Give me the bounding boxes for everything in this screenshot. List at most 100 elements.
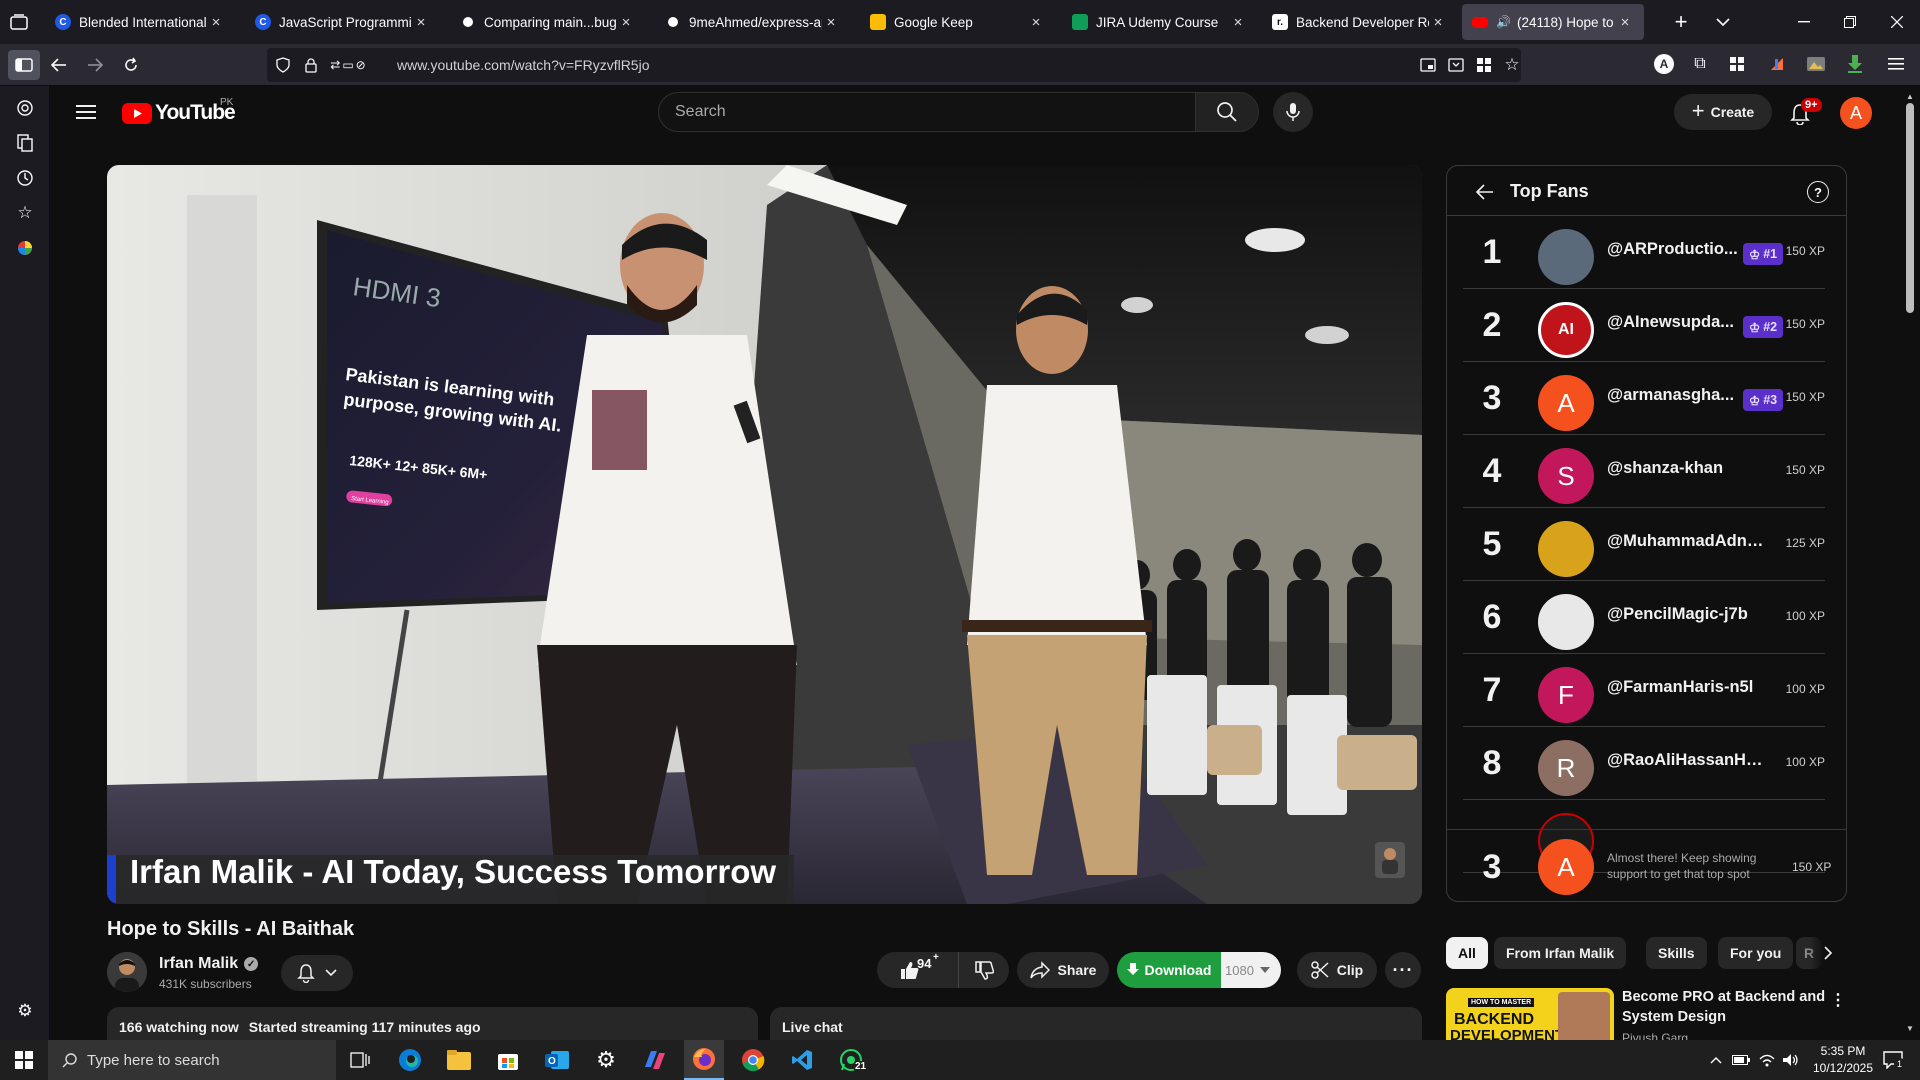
chips-next-icon[interactable] [1810,937,1846,969]
youtube-logo[interactable]: YouTube PK [122,97,242,126]
hamburger-menu-icon[interactable] [74,100,98,124]
fan-row[interactable]: 6 @PencilMagic-j7b 100 XP [1463,581,1825,654]
channel-name-row[interactable]: Irfan Malik ✓ [159,955,259,973]
fan-avatar[interactable] [1538,229,1594,285]
fan-avatar[interactable]: A [1538,375,1594,431]
chip-from-channel[interactable]: From Irfan Malik [1494,937,1627,969]
reload-icon[interactable] [120,54,142,76]
download-button[interactable]: Download [1117,952,1221,988]
dislike-button[interactable] [959,952,1009,988]
extensions-grid-icon[interactable] [1476,57,1492,73]
chevron-down-icon[interactable] [1712,12,1734,32]
settings-icon[interactable]: ⚙ [586,1044,626,1076]
fan-name[interactable]: @shanza-khan [1607,459,1767,478]
wifi-icon[interactable] [1758,1052,1776,1068]
permissions-icon[interactable]: ⇄▭⊘ [329,57,369,73]
description-box[interactable]: 166 watching now Started streaming 117 m… [107,1007,758,1040]
recommended-title-2[interactable]: System Design [1622,1009,1726,1025]
browser-tab[interactable]: 🔊 (24118) Hope to Skills× [1462,4,1644,40]
search-button[interactable] [1195,92,1259,132]
close-tab-icon[interactable]: × [412,14,430,31]
bookmarks-icon[interactable]: ☆ [14,202,36,224]
fan-avatar[interactable]: R [1538,740,1594,796]
ai-chatbot-icon[interactable] [14,97,36,119]
firefox-taskbar-icon[interactable] [684,1040,724,1080]
clock-time[interactable]: 5:35 PM [1808,1044,1878,1058]
more-actions-button[interactable]: ··· [1385,952,1421,988]
browser-tab[interactable]: C Blended International IT Tra× [45,4,235,40]
browser-tab[interactable]: Comparing main...bug-fix-t× [450,4,645,40]
close-tab-icon[interactable]: × [1429,14,1447,31]
copilot-icon[interactable] [635,1044,675,1076]
close-tab-icon[interactable]: × [207,14,225,31]
search-input[interactable]: Search [658,92,1196,132]
fan-avatar[interactable]: AI [1538,302,1594,358]
fan-row[interactable]: 8R @RaoAliHassanHass... 100 XP [1463,727,1825,800]
like-button[interactable]: 94 + [877,952,959,988]
outlook-icon[interactable]: O [537,1044,577,1076]
new-tab-icon[interactable]: + [1670,9,1692,34]
close-tab-icon[interactable]: × [822,14,840,31]
whatsapp-icon[interactable]: 21 [831,1044,871,1076]
fan-row[interactable]: 1 @ARProductio... ♔ #1 150 XP [1463,216,1825,289]
close-tab-icon[interactable]: × [1616,14,1634,31]
volume-icon[interactable] [1782,1052,1800,1068]
fan-row[interactable]: 5 @MuhammadAdnan-... 125 XP [1463,508,1825,581]
edge-icon[interactable] [390,1044,430,1076]
restore-icon[interactable] [1838,14,1862,30]
addon-orange-icon[interactable] [1767,54,1787,74]
taskbar-search-input[interactable]: Type here to search [48,1040,336,1080]
voice-search-button[interactable] [1273,92,1313,132]
forward-icon[interactable] [84,54,106,76]
grid-addon-icon[interactable] [1727,54,1747,74]
minimize-icon[interactable] [1792,14,1816,30]
speaker-icon[interactable]: 🔊 [1496,15,1511,29]
ms-store-icon[interactable] [488,1044,528,1076]
scroll-up-icon[interactable]: ▲ [1906,92,1914,101]
bookmark-star-icon[interactable]: ☆ [1503,55,1521,74]
address-bar[interactable]: ⇄▭⊘ www.youtube.com/watch?v=FRyzvflR5jo … [267,48,1521,82]
recommended-thumbnail[interactable]: HOW TO MASTER BACKEND DEVELOPMENT [1446,988,1614,1040]
channel-avatar[interactable] [107,952,147,992]
close-window-icon[interactable] [1885,14,1909,30]
fan-avatar[interactable]: F [1538,667,1594,723]
clock-date[interactable]: 10/12/2025 [1808,1061,1878,1075]
notification-bell-button[interactable] [281,955,353,991]
battery-icon[interactable] [1732,1052,1750,1068]
notification-center-icon[interactable]: 1 [1880,1050,1906,1070]
fan-name[interactable]: @FarmanHaris-n5l [1607,678,1767,697]
back-arrow-icon[interactable] [1473,180,1497,204]
download-arrow-icon[interactable] [1845,54,1865,74]
channel-watermark[interactable] [1375,842,1405,878]
file-explorer-icon[interactable] [439,1044,479,1076]
scroll-down-icon[interactable]: ▼ [1906,1024,1914,1033]
extension-color-icon[interactable] [14,237,36,259]
fan-row[interactable]: 3 A @armanasgha... ♔ #3 150 XP [1463,362,1825,435]
browser-tab[interactable]: JIRA Udemy Course × [1062,4,1257,40]
scrollbar-thumb[interactable] [1906,103,1914,313]
help-icon[interactable]: ? [1807,181,1829,203]
synced-tabs-icon[interactable] [14,132,36,154]
chip-for-you[interactable]: For you [1718,937,1794,969]
channel-name[interactable]: Irfan Malik [159,955,238,973]
chrome-icon[interactable] [733,1044,773,1076]
page-scrollbar[interactable]: ▲ ▼ [1904,92,1916,1040]
share-button[interactable]: Share [1017,952,1109,988]
fan-row[interactable]: 2 AI @AInewsupda... ♔ #2 150 XP [1463,289,1825,362]
url-text[interactable]: www.youtube.com/watch?v=FRyzvflR5jo [397,57,650,73]
chip-skills[interactable]: Skills [1646,937,1707,969]
video-player[interactable]: HDMI 3 Pakistan is learning with purpose… [107,165,1422,904]
fan-row[interactable]: 4 S @shanza-khan 150 XP [1463,435,1825,508]
fan-name[interactable]: @RaoAliHassanHass... [1607,751,1767,770]
fan-name[interactable]: @PencilMagic-j7b [1607,605,1767,624]
recommended-title-1[interactable]: Become PRO at Backend and [1622,989,1825,1005]
fan-avatar[interactable] [1538,521,1594,577]
shield-icon[interactable] [275,57,291,73]
notifications-button[interactable]: 9+ [1782,96,1822,132]
close-tab-icon[interactable]: × [1027,14,1045,31]
create-button[interactable]: + Create [1674,94,1772,130]
history-icon[interactable] [14,167,36,189]
fan-avatar[interactable] [1538,594,1594,650]
addon-photo-icon[interactable] [1806,54,1826,74]
fan-avatar[interactable]: S [1538,448,1594,504]
